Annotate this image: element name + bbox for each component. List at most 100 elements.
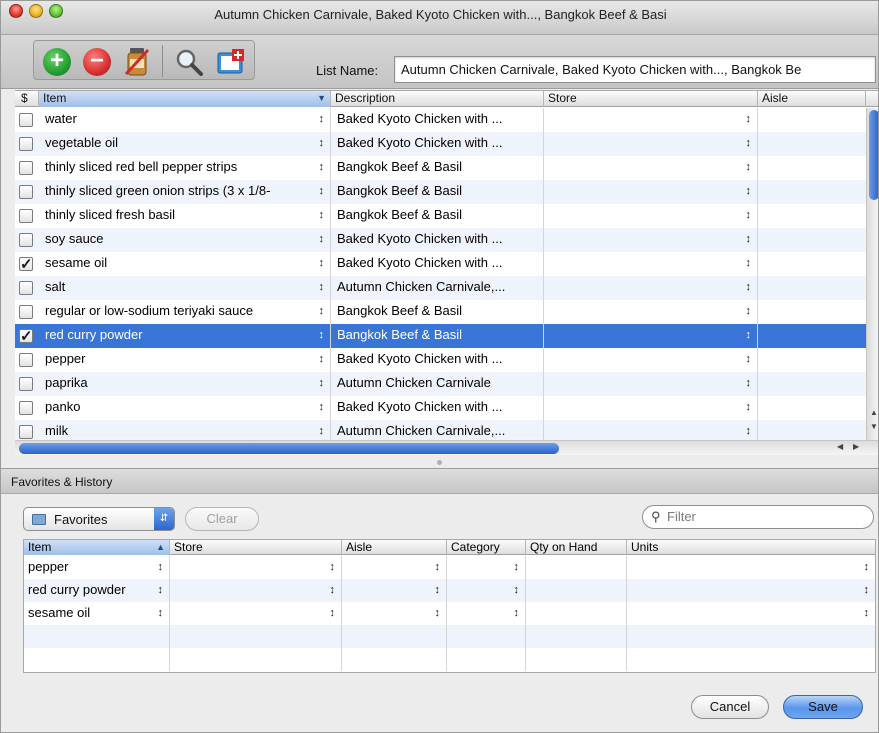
popup-arrows-icon[interactable]: ↕ [746,132,752,154]
fav-item-cell[interactable]: pepper ↕ [24,556,170,579]
item-cell[interactable]: thinly sliced fresh basil ↕ [39,204,331,228]
popup-arrows-icon[interactable]: ↕ [746,324,752,346]
fav-item-cell[interactable]: sesame oil ↕ [24,602,170,625]
store-cell[interactable]: ↕ [544,204,758,228]
store-cell[interactable]: ↕ [544,252,758,276]
popup-arrows-icon[interactable]: ↕ [746,396,752,418]
description-cell[interactable]: Autumn Chicken Carnivale,... [331,276,544,300]
popup-arrows-icon[interactable]: ↕ [514,602,520,624]
scroll-up-arrow-icon[interactable]: ▲ [867,408,878,422]
aisle-cell[interactable] [758,228,866,252]
scroll-right-arrow-icon[interactable]: ▶ [853,442,859,451]
fav-qty-cell[interactable] [526,602,627,625]
popup-arrows-icon[interactable]: ↕ [435,556,441,578]
popup-arrows-icon[interactable]: ↕ [746,420,752,440]
purchased-checkbox[interactable] [19,233,33,247]
table-row[interactable]: pepper ↕ Baked Kyoto Chicken with ... ↕ [15,348,866,372]
aisle-cell[interactable] [758,108,866,132]
description-cell[interactable]: Baked Kyoto Chicken with ... [331,252,544,276]
pantry-button[interactable] [122,47,152,77]
fav-store-cell[interactable]: ↕ [170,602,342,625]
popup-arrows-icon[interactable]: ↕ [746,204,752,226]
fav-qty-cell[interactable] [526,579,627,602]
aisle-cell[interactable] [758,204,866,228]
table-row[interactable]: soy sauce ↕ Baked Kyoto Chicken with ... ↕ [15,228,866,252]
favorite-row[interactable]: red curry powder ↕ ↕ ↕ ↕ ↕ [24,579,875,602]
popup-arrows-icon[interactable]: ↕ [330,556,336,578]
popup-arrows-icon[interactable]: ↕ [746,372,752,394]
store-cell[interactable]: ↕ [544,132,758,156]
aisle-cell[interactable] [758,276,866,300]
purchased-checkbox[interactable] [19,281,33,295]
search-button[interactable] [174,47,204,77]
popup-arrows-icon[interactable]: ↕ [319,420,325,440]
item-cell[interactable]: soy sauce ↕ [39,228,331,252]
description-cell[interactable]: Bangkok Beef & Basil [331,156,544,180]
store-cell[interactable]: ↕ [544,300,758,324]
fav-aisle-cell[interactable]: ↕ [342,556,447,579]
popup-arrows-icon[interactable]: ↕ [435,579,441,601]
table-row[interactable]: panko ↕ Baked Kyoto Chicken with ... ↕ [15,396,866,420]
aisle-cell[interactable] [758,348,866,372]
store-cell[interactable]: ↕ [544,228,758,252]
splitter-handle-icon[interactable] [437,460,442,465]
purchased-checkbox[interactable] [19,254,33,276]
popup-arrows-icon[interactable]: ↕ [319,180,325,202]
description-cell[interactable]: Autumn Chicken Carnivale,... [331,420,544,440]
popup-arrows-icon[interactable]: ↕ [330,579,336,601]
fav-qty-cell[interactable] [526,556,627,579]
item-cell[interactable]: pepper ↕ [39,348,331,372]
popup-arrows-icon[interactable]: ↕ [746,228,752,250]
item-cell[interactable]: panko ↕ [39,396,331,420]
store-cell[interactable]: ↕ [544,180,758,204]
table-row[interactable]: thinly sliced green onion strips (3 x 1/… [15,180,866,204]
fav-store-cell[interactable]: ↕ [170,556,342,579]
popup-arrows-icon[interactable]: ↕ [319,108,325,130]
fav-column-header-qty-on-hand[interactable]: Qty on Hand [526,540,627,555]
aisle-cell[interactable] [758,372,866,396]
popup-arrows-icon[interactable]: ↕ [319,324,325,346]
popup-arrows-icon[interactable]: ↕ [319,156,325,178]
popup-arrows-icon[interactable]: ↕ [319,252,325,274]
purchased-checkbox[interactable] [19,377,33,391]
table-row[interactable]: paprika ↕ Autumn Chicken Carnivale ↕ [15,372,866,396]
column-header-item[interactable]: Item ▼ [39,91,331,107]
popup-arrows-icon[interactable]: ↕ [435,602,441,624]
popup-arrows-icon[interactable]: ↕ [864,579,870,601]
save-button[interactable]: Save [783,695,863,719]
item-cell[interactable]: salt ↕ [39,276,331,300]
item-cell[interactable]: regular or low-sodium teriyaki sauce ↕ [39,300,331,324]
cancel-button[interactable]: Cancel [691,695,769,719]
table-row[interactable]: thinly sliced fresh basil ↕ Bangkok Beef &… [15,204,866,228]
item-cell[interactable]: milk ↕ [39,420,331,440]
fav-category-cell[interactable]: ↕ [447,579,526,602]
vertical-scroll-thumb[interactable] [869,110,878,200]
description-cell[interactable]: Bangkok Beef & Basil [331,204,544,228]
add-item-button[interactable]: + [42,47,72,77]
description-cell[interactable]: Bangkok Beef & Basil [331,324,544,348]
description-cell[interactable]: Autumn Chicken Carnivale [331,372,544,396]
fav-column-header-store[interactable]: Store [170,540,342,555]
popup-arrows-icon[interactable]: ↕ [319,396,325,418]
store-cell[interactable]: ↕ [544,348,758,372]
fav-aisle-cell[interactable]: ↕ [342,579,447,602]
column-header-aisle[interactable]: Aisle [758,91,866,107]
fav-store-cell[interactable]: ↕ [170,579,342,602]
purchased-checkbox[interactable] [19,185,33,199]
favorite-row[interactable]: sesame oil ↕ ↕ ↕ ↕ ↕ [24,602,875,625]
store-cell[interactable]: ↕ [544,276,758,300]
purchased-checkbox[interactable] [19,326,33,348]
clear-button[interactable]: Clear [185,507,259,531]
purchased-checkbox[interactable] [19,425,33,439]
description-cell[interactable]: Baked Kyoto Chicken with ... [331,132,544,156]
fav-column-header-item[interactable]: Item ▲ [24,540,170,555]
popup-arrows-icon[interactable]: ↕ [158,556,164,578]
fav-column-header-units[interactable]: Units [627,540,875,555]
purchased-checkbox[interactable] [19,353,33,367]
fav-aisle-cell[interactable]: ↕ [342,602,447,625]
item-cell[interactable]: thinly sliced green onion strips (3 x 1/… [39,180,331,204]
popup-arrows-icon[interactable]: ↕ [864,556,870,578]
store-cell[interactable]: ↕ [544,156,758,180]
purchased-checkbox[interactable] [19,401,33,415]
description-cell[interactable]: Baked Kyoto Chicken with ... [331,396,544,420]
